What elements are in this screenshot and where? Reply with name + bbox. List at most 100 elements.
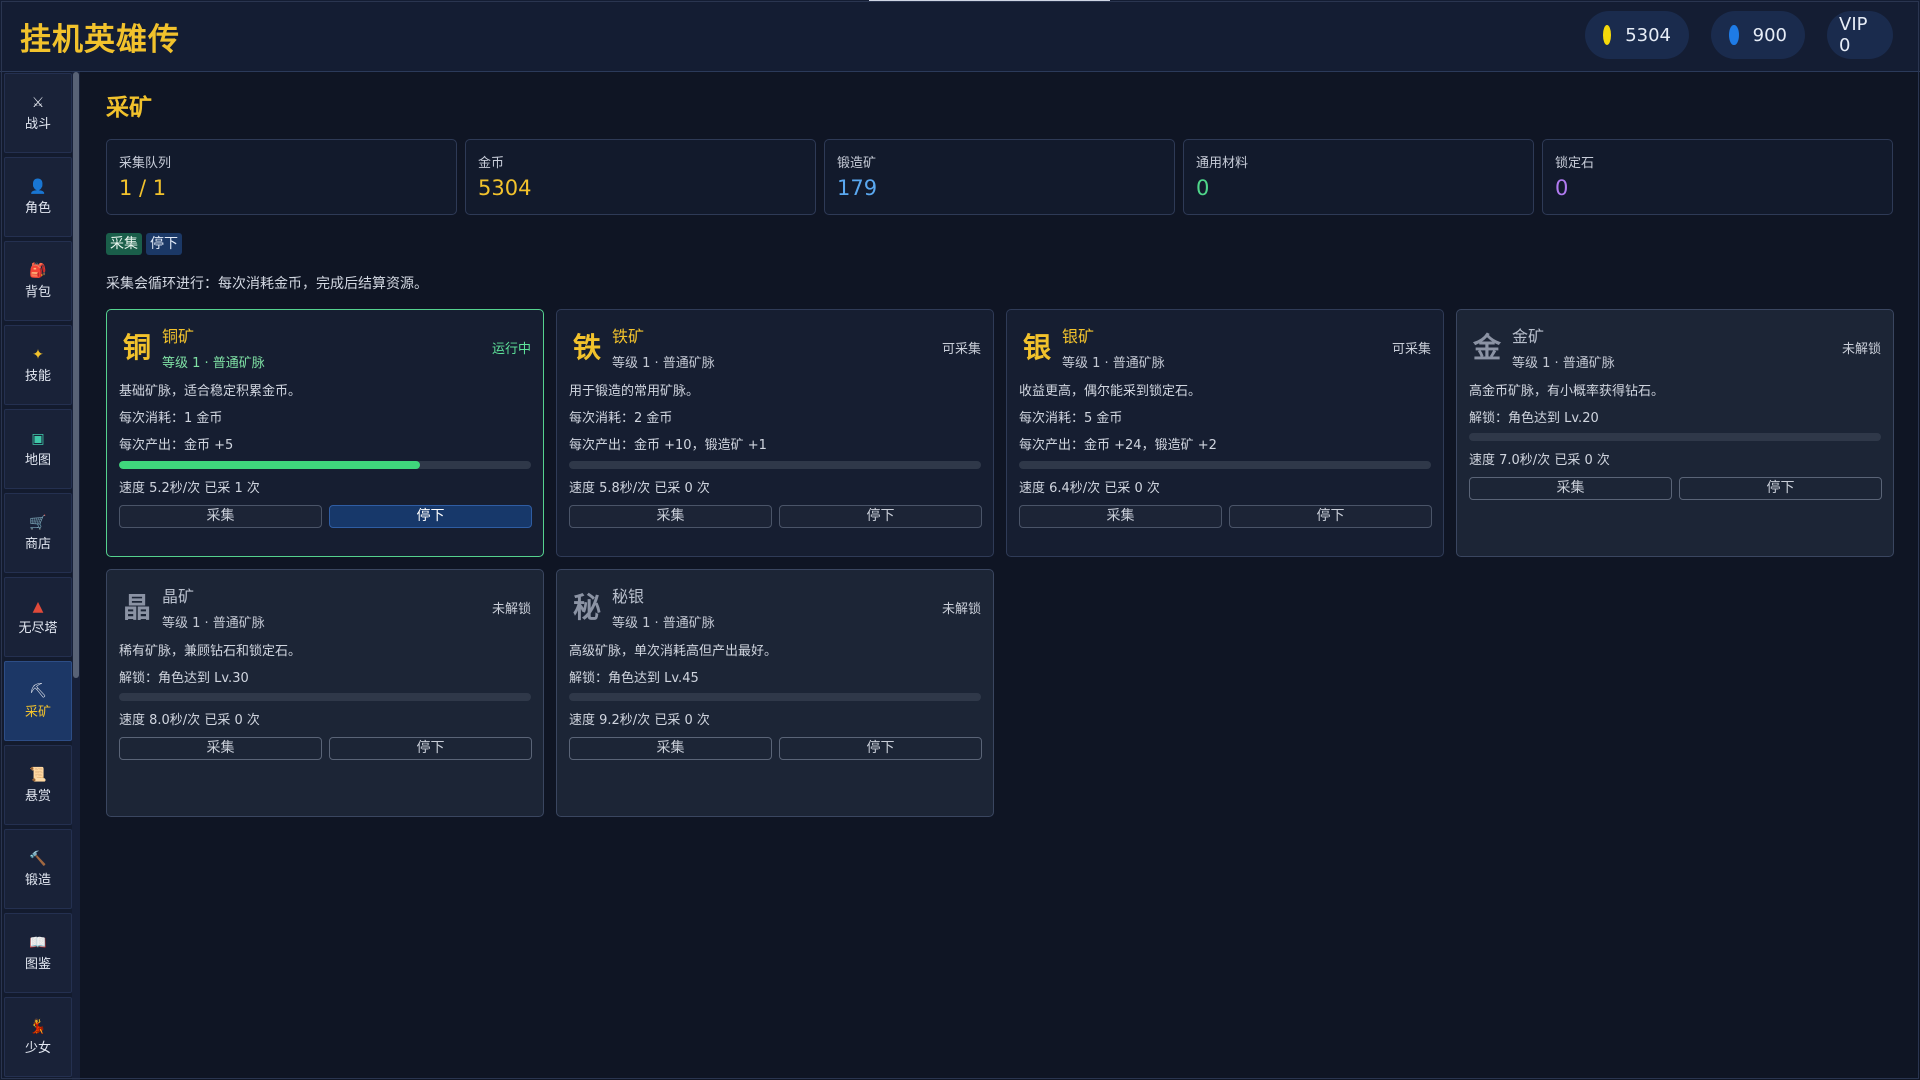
sidebar-nav: ⚔ 战斗 👤 角色 🎒 背包 ✦ 技能 ▣ 地图 🛒 商店 ▲ 无尽塔 ⛏ 采矿 📜 悬赏 🔨 锻造 📖 图鉴 💃 少女 <box>0 72 80 1080</box>
gem-balance[interactable]: 900 <box>1711 11 1805 59</box>
mine-glyph: 金 <box>1473 331 1502 364</box>
mining-info-text: 采集会循环进行：每次消耗金币，完成后结算资源。 <box>106 276 428 292</box>
mine-status-badge: 未解锁 <box>1841 342 1881 357</box>
mine-description: 高金币矿脉，有小概率获得钻石。 <box>1469 384 1665 399</box>
mine-stop-button[interactable]: 停下 <box>329 505 532 528</box>
sidebar-item-8[interactable]: 📜 悬赏 <box>4 745 72 825</box>
sidebar-item-label: 锻造 <box>24 872 51 888</box>
mine-card: 秘秘银 等级 1 · 普通矿脉 未解锁 高级矿脉，单次消耗高但产出最好。 解锁：角色达到… <box>556 569 994 817</box>
mine-stop-button[interactable]: 停下 <box>1679 477 1882 500</box>
stat-card: 锁定石 0 <box>1542 139 1893 215</box>
mine-card: 铜铜矿 等级 1 · 普通矿脉 运行中 基础矿脉，适合稳定积累金币。 每次消耗：1 金币… <box>106 309 544 557</box>
sidebar-item-11[interactable]: 💃 少女 <box>4 997 72 1077</box>
mine-speed: 速度 8.0秒/次 已采 0 次 <box>119 713 260 728</box>
stat-label: 锻造矿 <box>837 156 877 171</box>
sidebar-item-label: 商店 <box>24 536 51 552</box>
stat-value: 179 <box>837 176 878 200</box>
sidebar-item-label: 战斗 <box>24 116 51 132</box>
mine-output: 每次产出：金币 +10，锻造矿 +1 <box>569 438 767 453</box>
stat-label: 金币 <box>478 156 505 171</box>
gold-balance[interactable]: 5304 <box>1585 11 1689 59</box>
mine-collect-button[interactable]: 采集 <box>1019 505 1222 528</box>
mine-level: 等级 1 · 普通矿脉 <box>1512 356 1615 371</box>
mine-status-badge: 运行中 <box>491 342 531 357</box>
mine-speed: 速度 5.8秒/次 已采 0 次 <box>569 481 710 496</box>
mine-unlock-requirement: 解锁：角色达到 Lv.30 <box>119 671 249 686</box>
mine-name: 秘银 <box>612 587 645 606</box>
sidebar-item-7[interactable]: ⛏ 采矿 <box>4 661 72 741</box>
mine-status-badge: 可采集 <box>941 342 981 357</box>
mine-collect-button[interactable]: 采集 <box>119 505 322 528</box>
mine-collect-button[interactable]: 采集 <box>119 737 322 760</box>
mine-glyph: 铁 <box>573 331 602 364</box>
sidebar-item-0[interactable]: ⚔ 战斗 <box>4 73 72 153</box>
girl-icon: 💃 <box>29 1018 47 1035</box>
mine-collect-button[interactable]: 采集 <box>1469 477 1672 500</box>
mine-level: 等级 1 · 普通矿脉 <box>1062 356 1165 371</box>
mine-progress-bar <box>1019 461 1431 469</box>
stat-card: 金币 5304 <box>465 139 816 215</box>
mine-description: 高级矿脉，单次消耗高但产出最好。 <box>569 644 778 659</box>
mine-name: 银矿 <box>1062 327 1095 346</box>
mine-speed: 速度 5.2秒/次 已采 1 次 <box>119 481 260 496</box>
top-bar: 挂机英雄传 5304 900 VIP 0 <box>0 0 1920 72</box>
tower-icon: ▲ <box>32 598 44 615</box>
mine-progress-bar <box>119 461 531 469</box>
book-icon: 📖 <box>29 934 47 951</box>
mine-glyph: 铜 <box>123 331 152 364</box>
mine-speed: 速度 9.2秒/次 已采 0 次 <box>569 713 710 728</box>
collect-tag: 采集 <box>106 233 142 255</box>
sidebar-item-5[interactable]: 🛒 商店 <box>4 493 72 573</box>
hammer-icon: 🔨 <box>29 850 47 867</box>
sidebar-item-label: 少女 <box>24 1040 51 1056</box>
sidebar-item-9[interactable]: 🔨 锻造 <box>4 829 72 909</box>
map-icon: ▣ <box>31 430 45 447</box>
mine-output: 每次产出：金币 +24，锻造矿 +2 <box>1019 438 1217 453</box>
sidebar-item-3[interactable]: ✦ 技能 <box>4 325 72 405</box>
gold-amount: 5304 <box>1625 24 1671 46</box>
sidebar-item-label: 技能 <box>24 368 51 384</box>
mine-name: 金矿 <box>1512 327 1545 346</box>
sidebar-item-10[interactable]: 📖 图鉴 <box>4 913 72 993</box>
mine-collect-button[interactable]: 采集 <box>569 505 772 528</box>
mine-level: 等级 1 · 普通矿脉 <box>162 356 265 371</box>
mine-card: 金金矿 等级 1 · 普通矿脉 未解锁 高金币矿脉，有小概率获得钻石。 解锁：角色达到 … <box>1456 309 1894 557</box>
scroll-icon: 📜 <box>29 766 47 783</box>
mine-cost: 每次消耗：5 金币 <box>1019 411 1123 426</box>
mine-description: 稀有矿脉，兼顾钻石和锁定石。 <box>119 644 302 659</box>
gold-coin-icon <box>1603 25 1612 45</box>
mine-status-badge: 可采集 <box>1391 342 1431 357</box>
mine-stop-button[interactable]: 停下 <box>779 737 982 760</box>
cart-icon: 🛒 <box>29 514 47 531</box>
stat-value: 1 / 1 <box>119 176 167 200</box>
vip-badge[interactable]: VIP 0 <box>1827 11 1893 59</box>
mine-description: 用于锻造的常用矿脉。 <box>569 384 700 399</box>
mine-status-badge: 未解锁 <box>491 602 531 617</box>
sidebar-item-2[interactable]: 🎒 背包 <box>4 241 72 321</box>
stat-value: 0 <box>1555 176 1569 200</box>
stop-tag: 停下 <box>146 233 182 255</box>
mine-level: 等级 1 · 普通矿脉 <box>612 356 715 371</box>
sparkle-icon: ✦ <box>32 346 44 363</box>
mine-stop-button[interactable]: 停下 <box>779 505 982 528</box>
sidebar-scrollbar-thumb[interactable] <box>73 72 79 678</box>
mine-stop-button[interactable]: 停下 <box>1229 505 1432 528</box>
sidebar-item-label: 背包 <box>24 284 51 300</box>
sidebar-item-1[interactable]: 👤 角色 <box>4 157 72 237</box>
mine-description: 收益更高，偶尔能采到锁定石。 <box>1019 384 1202 399</box>
mine-name: 铜矿 <box>162 327 195 346</box>
mine-unlock-requirement: 解锁：角色达到 Lv.45 <box>569 671 699 686</box>
person-icon: 👤 <box>29 178 47 195</box>
mine-card: 铁铁矿 等级 1 · 普通矿脉 可采集 用于锻造的常用矿脉。 每次消耗：2 金币 每次产出… <box>556 309 994 557</box>
mine-card: 银银矿 等级 1 · 普通矿脉 可采集 收益更高，偶尔能采到锁定石。 每次消耗：5 金币… <box>1006 309 1444 557</box>
window-top-indicator <box>869 0 1110 2</box>
sidebar-item-4[interactable]: ▣ 地图 <box>4 409 72 489</box>
mine-output: 每次产出：金币 +5 <box>119 438 234 453</box>
mine-progress-fill <box>119 461 420 469</box>
sidebar-item-6[interactable]: ▲ 无尽塔 <box>4 577 72 657</box>
mine-progress-bar <box>569 693 981 701</box>
sidebar-item-label: 图鉴 <box>24 956 51 972</box>
mine-collect-button[interactable]: 采集 <box>569 737 772 760</box>
app-title: 挂机英雄传 <box>20 22 180 58</box>
mine-stop-button[interactable]: 停下 <box>329 737 532 760</box>
